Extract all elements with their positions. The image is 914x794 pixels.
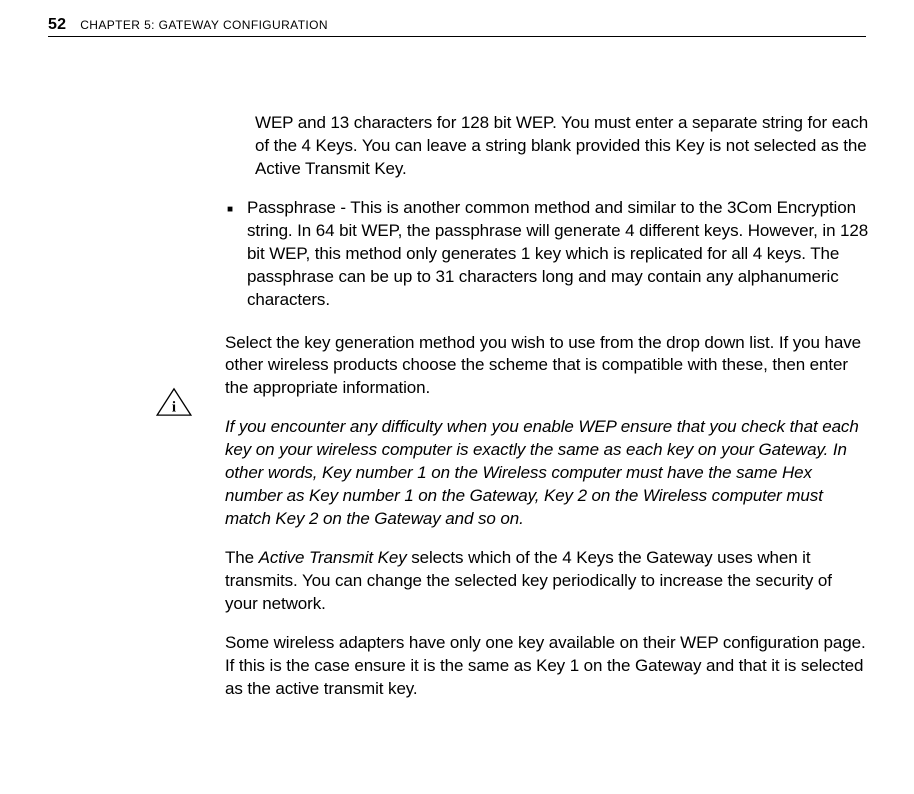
body-content: WEP and 13 characters for 128 bit WEP. Y… [225,112,869,717]
note-paragraph: If you encounter any difficulty when you… [225,416,869,531]
chapter-part: HAPTER [89,18,140,32]
bullet-marker-icon: ■ [225,197,233,312]
paragraph: Select the key generation method you wis… [225,332,869,401]
chapter-part: 5: G [140,18,168,32]
svg-text:i: i [172,399,176,415]
bullet-text: Passphrase - This is another common meth… [247,197,869,312]
page-header: 52 CHAPTER 5: GATEWAY CONFIGURATION [48,16,866,37]
page-number: 52 [48,16,66,34]
paragraph: Some wireless adapters have only one key… [225,632,869,701]
info-icon: i [155,387,193,417]
chapter-part: ONFIGURATION [232,18,328,32]
chapter-title: CHAPTER 5: GATEWAY CONFIGURATION [80,18,328,32]
text-italic: Active Transmit Key [259,548,407,567]
bullet-item: ■ Passphrase - This is another common me… [225,197,869,312]
chapter-part: C [80,18,89,32]
text-run: The [225,548,259,567]
chapter-part: C [219,18,232,32]
paragraph-continuation: WEP and 13 characters for 128 bit WEP. Y… [225,112,869,181]
paragraph: The Active Transmit Key selects which of… [225,547,869,616]
page: 52 CHAPTER 5: GATEWAY CONFIGURATION i WE… [0,0,914,794]
chapter-part: ATEWAY [168,18,219,32]
info-icon-svg: i [155,387,193,417]
